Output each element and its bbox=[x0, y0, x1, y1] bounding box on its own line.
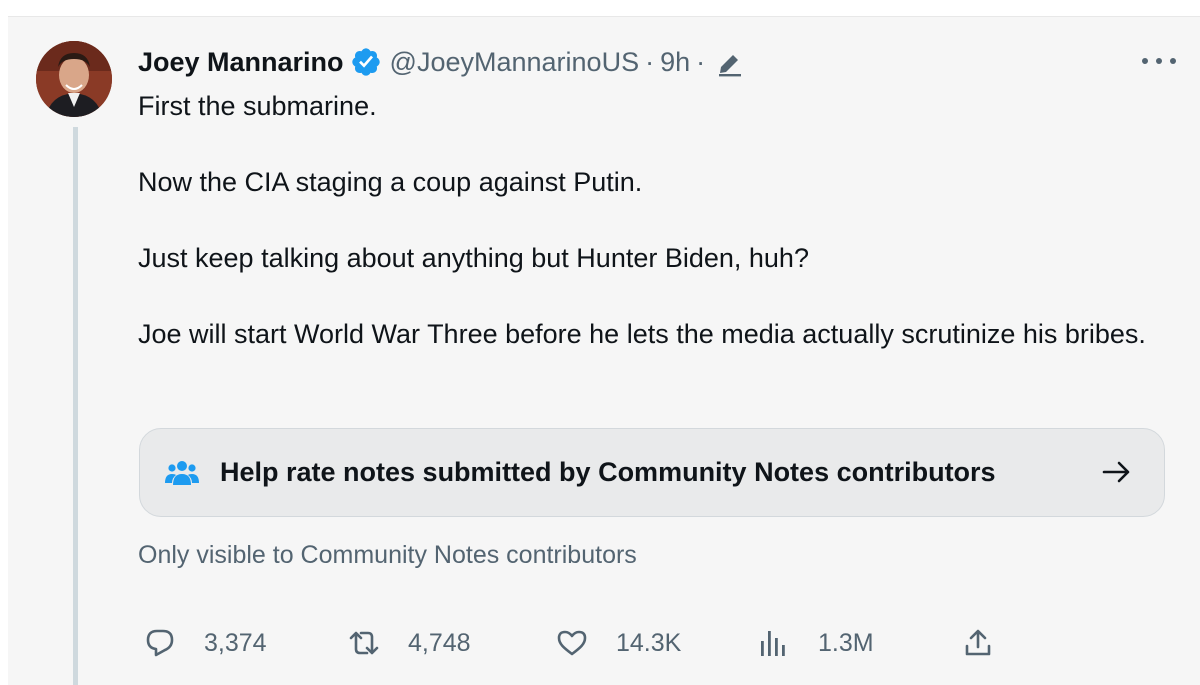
verified-badge-icon[interactable] bbox=[350, 46, 382, 78]
reply-icon bbox=[146, 629, 174, 657]
timestamp[interactable]: 9h bbox=[660, 47, 690, 78]
tweet-paragraph: Joe will start World War Three before he… bbox=[138, 319, 1146, 349]
share-icon bbox=[965, 629, 991, 656]
thread-line bbox=[73, 127, 78, 685]
avatar[interactable] bbox=[36, 41, 112, 117]
like-count: 14.3K bbox=[616, 628, 682, 657]
author-name[interactable]: Joey Mannarino bbox=[138, 47, 344, 78]
tweet-paragraph: Just keep talking about anything but Hun… bbox=[138, 243, 809, 273]
tweet-header: Joey Mannarino @JoeyMannarinoUS · 9h · bbox=[138, 43, 745, 81]
arrow-right-icon bbox=[1100, 455, 1134, 489]
heart-icon bbox=[557, 630, 587, 656]
edit-pencil-icon[interactable] bbox=[715, 47, 745, 77]
separator-dot: · bbox=[645, 46, 655, 77]
community-notes-label: Help rate notes submitted by Community N… bbox=[220, 457, 996, 487]
visibility-note: Only visible to Community Notes contribu… bbox=[138, 541, 637, 569]
reply-button[interactable]: 3,374 bbox=[144, 621, 267, 665]
views-chart-icon bbox=[761, 631, 785, 656]
like-button[interactable]: 14.3K bbox=[556, 621, 681, 665]
share-button[interactable] bbox=[962, 621, 994, 665]
views-button[interactable]: 1.3M bbox=[758, 621, 874, 665]
retweet-button[interactable]: 4,748 bbox=[348, 621, 471, 665]
profile-photo-icon bbox=[36, 41, 112, 117]
tweet-text: First the submarine. Now the CIA staging… bbox=[138, 87, 1168, 353]
author-handle[interactable]: @JoeyMannarinoUS bbox=[390, 47, 640, 78]
community-notes-button[interactable]: Help rate notes submitted by Community N… bbox=[139, 428, 1165, 517]
people-icon bbox=[164, 455, 200, 491]
views-count: 1.3M bbox=[818, 628, 874, 657]
tweet-paragraph: First the submarine. bbox=[138, 91, 377, 121]
separator-dot: · bbox=[696, 46, 706, 77]
reply-count: 3,374 bbox=[204, 628, 267, 657]
retweet-icon bbox=[349, 631, 379, 655]
more-options-icon[interactable] bbox=[1142, 51, 1176, 71]
tweet-paragraph: Now the CIA staging a coup against Putin… bbox=[138, 167, 643, 197]
action-bar: 3,374 4,748 14.3K 1.3M bbox=[138, 621, 1038, 665]
tweet[interactable]: Joey Mannarino @JoeyMannarinoUS · 9h · F… bbox=[8, 16, 1200, 685]
retweet-count: 4,748 bbox=[408, 628, 471, 657]
